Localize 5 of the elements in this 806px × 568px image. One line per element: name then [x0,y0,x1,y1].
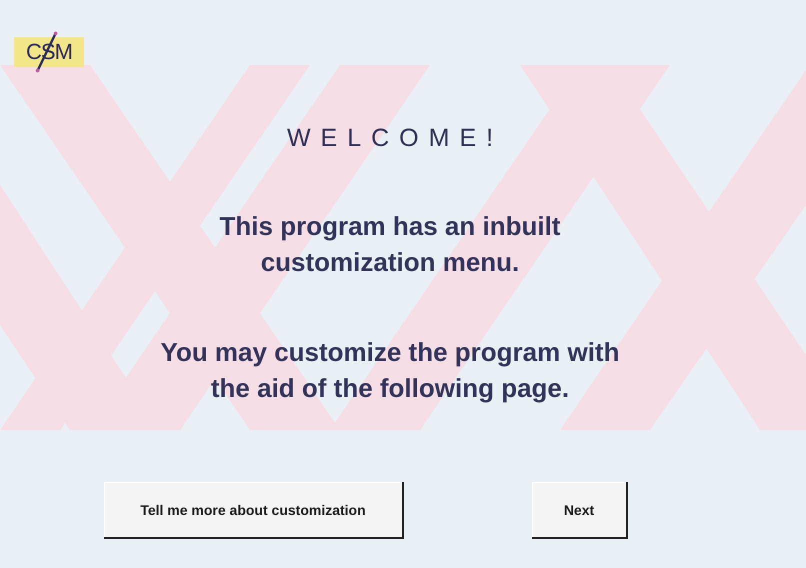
message-text: This program has an inbuilt customization menu. [218,210,562,279]
more-info-button[interactable]: Tell me more about customization [104,482,404,539]
welcome-title: WELCOME! [286,124,504,153]
message-text: You may customize the program with the aid of the following page. [160,336,620,405]
next-button[interactable]: Next [532,482,628,539]
